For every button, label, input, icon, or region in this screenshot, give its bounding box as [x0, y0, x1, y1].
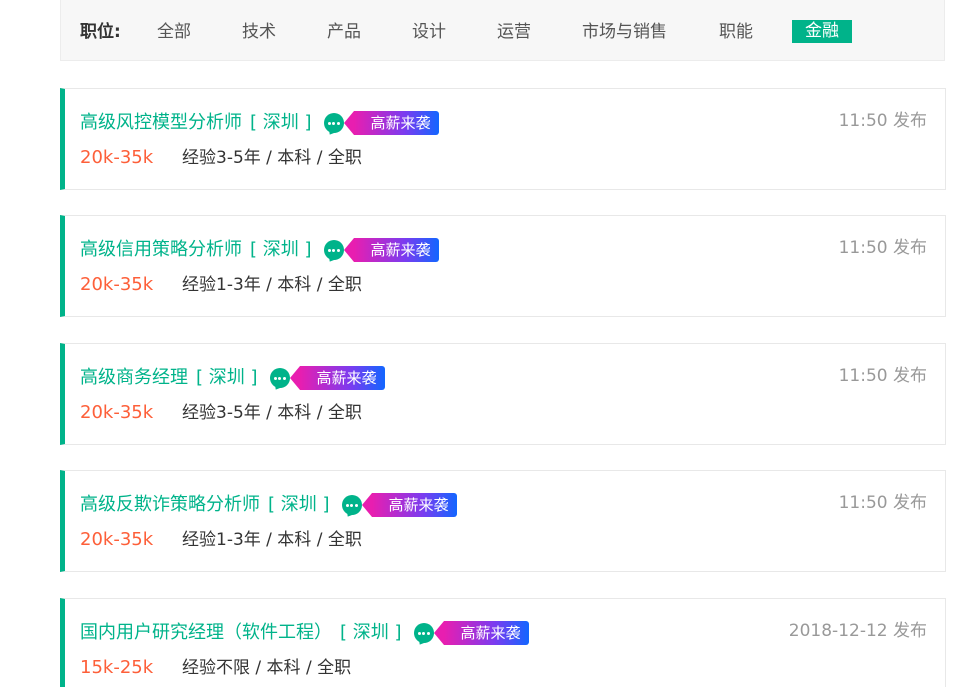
high-salary-tag: 高薪来袭 — [343, 238, 439, 262]
job-info-row: 20k-35k 经验1-3年 / 本科 / 全职 — [80, 527, 362, 553]
filter-item-tech[interactable]: 技术 — [242, 20, 276, 44]
job-city: [ 深圳 ] — [250, 239, 312, 260]
publish-time: 11:50 发布 — [838, 111, 927, 131]
job-title-link[interactable]: 高级商务经理 — [80, 364, 188, 392]
high-salary-tag: 高薪来袭 — [289, 366, 385, 390]
job-city: [ 深圳 ] — [340, 622, 402, 643]
job-title-row: 高级商务经理 [ 深圳 ] 高薪来袭 — [80, 364, 385, 392]
high-salary-tag: 高薪来袭 — [433, 621, 529, 645]
job-card[interactable]: 高级商务经理 [ 深圳 ] 高薪来袭 11:50 发布 20k-35k 经验3-… — [60, 343, 946, 445]
job-city: [ 深圳 ] — [268, 494, 330, 515]
job-card[interactable]: 国内用户研究经理（软件工程） [ 深圳 ] 高薪来袭 2018-12-12 发布… — [60, 598, 946, 687]
job-title-link[interactable]: 高级反欺诈策略分析师 — [80, 491, 260, 519]
job-card[interactable]: 高级反欺诈策略分析师 [ 深圳 ] 高薪来袭 11:50 发布 20k-35k … — [60, 470, 946, 572]
filter-item-marketing-sales[interactable]: 市场与销售 — [582, 20, 667, 44]
filter-item-finance[interactable]: 金融 — [792, 20, 852, 43]
salary-range: 20k-35k — [80, 529, 154, 550]
job-card[interactable]: 高级风控模型分析师 [ 深圳 ] 高薪来袭 11:50 发布 20k-35k 经… — [60, 88, 946, 190]
job-title-row: 高级风控模型分析师 [ 深圳 ] 高薪来袭 — [80, 109, 439, 137]
salary-range: 20k-35k — [80, 274, 154, 295]
job-title-link[interactable]: 高级信用策略分析师 — [80, 236, 242, 264]
job-title-row: 高级反欺诈策略分析师 [ 深圳 ] 高薪来袭 — [80, 491, 457, 519]
publish-time: 2018-12-12 发布 — [788, 621, 927, 641]
publish-time: 11:50 发布 — [838, 493, 927, 513]
salary-range: 15k-25k — [80, 657, 154, 678]
filter-item-all[interactable]: 全部 — [157, 20, 191, 44]
job-info-row: 15k-25k 经验不限 / 本科 / 全职 — [80, 655, 351, 681]
job-city: [ 深圳 ] — [196, 367, 258, 388]
filter-item-functions[interactable]: 职能 — [719, 20, 753, 44]
job-requirements: 经验3-5年 / 本科 / 全职 — [182, 148, 362, 168]
job-requirements: 经验3-5年 / 本科 / 全职 — [182, 403, 362, 423]
high-salary-tag: 高薪来袭 — [361, 493, 457, 517]
chat-bubble-icon[interactable] — [323, 113, 344, 137]
filter-item-operations[interactable]: 运营 — [497, 20, 531, 44]
job-requirements: 经验1-3年 / 本科 / 全职 — [182, 275, 362, 295]
position-filter-bar: 职位: 全部 技术 产品 设计 运营 市场与销售 职能 金融 — [60, 0, 945, 61]
job-card[interactable]: 高级信用策略分析师 [ 深圳 ] 高薪来袭 11:50 发布 20k-35k 经… — [60, 215, 946, 317]
job-title-row: 高级信用策略分析师 [ 深圳 ] 高薪来袭 — [80, 236, 439, 264]
job-info-row: 20k-35k 经验3-5年 / 本科 / 全职 — [80, 400, 362, 426]
job-title-row: 国内用户研究经理（软件工程） [ 深圳 ] 高薪来袭 — [80, 619, 529, 647]
job-title-link[interactable]: 国内用户研究经理（软件工程） — [80, 619, 332, 647]
chat-bubble-icon[interactable] — [341, 495, 362, 519]
filter-item-design[interactable]: 设计 — [412, 20, 446, 44]
high-salary-tag: 高薪来袭 — [343, 111, 439, 135]
job-info-row: 20k-35k 经验1-3年 / 本科 / 全职 — [80, 272, 362, 298]
chat-bubble-icon[interactable] — [269, 368, 290, 392]
publish-time: 11:50 发布 — [838, 366, 927, 386]
chat-bubble-icon[interactable] — [323, 240, 344, 264]
job-title-link[interactable]: 高级风控模型分析师 — [80, 109, 242, 137]
job-info-row: 20k-35k 经验3-5年 / 本科 / 全职 — [80, 145, 362, 171]
filter-label: 职位: — [80, 22, 121, 42]
job-requirements: 经验不限 / 本科 / 全职 — [182, 658, 352, 678]
publish-time: 11:50 发布 — [838, 238, 927, 258]
job-requirements: 经验1-3年 / 本科 / 全职 — [182, 530, 362, 550]
filter-item-product[interactable]: 产品 — [327, 20, 361, 44]
chat-bubble-icon[interactable] — [413, 623, 434, 647]
job-city: [ 深圳 ] — [250, 112, 312, 133]
salary-range: 20k-35k — [80, 402, 154, 423]
salary-range: 20k-35k — [80, 147, 154, 168]
